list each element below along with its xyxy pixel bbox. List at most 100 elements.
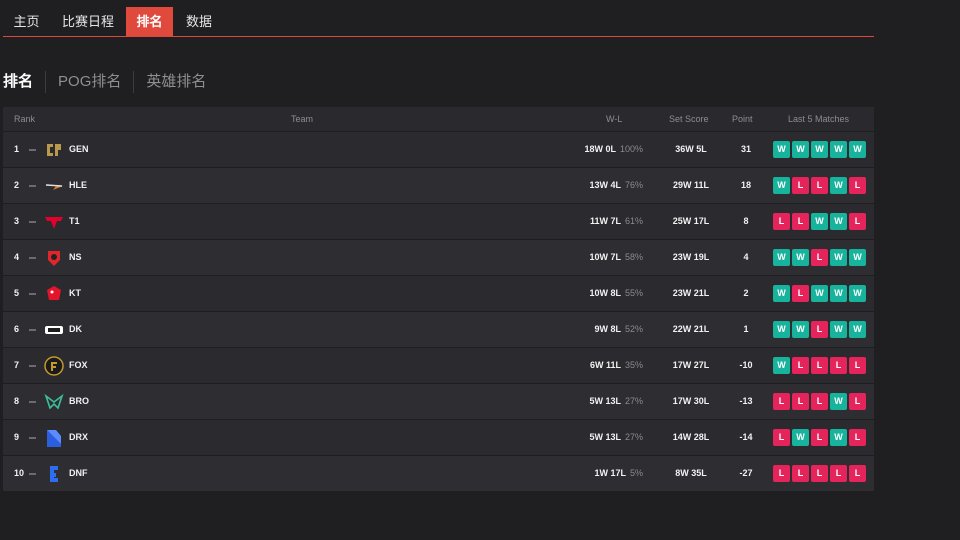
team-logo-icon (44, 356, 64, 376)
top-nav: 主页 比赛日程 排名 数据 (3, 7, 874, 37)
match-result-badge: W (792, 249, 809, 266)
points: 18 (740, 180, 751, 190)
set-score: 36W 5L (675, 144, 707, 154)
win-loss: 6W 11L 35% (563, 348, 643, 383)
rank-change-icon (29, 221, 36, 223)
points: -13 (739, 396, 753, 406)
match-result-badge: L (849, 465, 866, 482)
win-loss: 5W 13L 27% (563, 420, 643, 455)
subtab-pog-ranking[interactable]: POG排名 (45, 71, 133, 93)
table-row[interactable]: 9 DRX 5W 13L 27% 14W 28L -14 L W L W L (3, 419, 874, 455)
win-loss: 9W 8L 52% (563, 312, 643, 347)
match-result-badge: W (773, 141, 790, 158)
match-result-badge: L (811, 249, 828, 266)
subtab-ranking[interactable]: 排名 (3, 71, 45, 93)
match-result-badge: L (773, 465, 790, 482)
last-5-matches: WWWWW (773, 132, 866, 167)
rank-number: 1 (14, 144, 20, 154)
win-loss-record: 18W 0L (584, 144, 616, 154)
points: 2 (743, 288, 749, 298)
rank-change-icon (29, 401, 36, 403)
table-header: Rank Team W-L Set Score Point Last 5 Mat… (3, 107, 874, 131)
match-result-badge: L (830, 465, 847, 482)
tab-standings[interactable]: 排名 (126, 7, 173, 36)
match-result-badge: W (830, 393, 847, 410)
match-result-badge: L (792, 465, 809, 482)
header-last5: Last 5 Matches (788, 114, 850, 124)
tab-schedule[interactable]: 比赛日程 (50, 7, 126, 36)
team-name[interactable]: DK (69, 312, 82, 347)
set-score: 25W 17L (672, 216, 710, 226)
rank-number: 7 (14, 360, 20, 370)
header-wl: W-L (606, 114, 623, 124)
match-result-badge: L (811, 357, 828, 374)
header-rank: Rank (14, 114, 36, 124)
match-result-badge: L (773, 393, 790, 410)
team-name[interactable]: T1 (69, 204, 80, 239)
match-result-badge: L (849, 213, 866, 230)
table-row[interactable]: 2 HLE 13W 4L 76% 29W 11L 18 W L L W L (3, 167, 874, 203)
team-name[interactable]: DNF (69, 456, 88, 491)
match-result-badge: W (811, 141, 828, 158)
team-logo-icon (44, 428, 64, 448)
match-result-badge: W (773, 177, 790, 194)
win-rate: 55% (624, 288, 643, 298)
team-name[interactable]: KT (69, 276, 81, 311)
match-result-badge: L (773, 213, 790, 230)
match-result-badge: W (811, 213, 828, 230)
win-loss-record: 11W 7L (589, 216, 621, 226)
team-name[interactable]: DRX (69, 420, 88, 455)
match-result-badge: W (830, 177, 847, 194)
win-rate: 58% (624, 252, 643, 262)
team-name[interactable]: FOX (69, 348, 88, 383)
match-result-badge: L (773, 429, 790, 446)
rank-number: 3 (14, 216, 20, 226)
match-result-badge: L (811, 393, 828, 410)
team-logo-icon (44, 248, 64, 268)
team-name[interactable]: HLE (69, 168, 87, 203)
win-loss-record: 5W 13L (589, 432, 621, 442)
team-name[interactable]: NS (69, 240, 82, 275)
match-result-badge: L (811, 321, 828, 338)
match-result-badge: W (849, 141, 866, 158)
match-result-badge: L (830, 357, 847, 374)
header-set-score: Set Score (669, 114, 709, 124)
tab-stats[interactable]: 数据 (173, 7, 225, 36)
win-loss-record: 10W 8L (589, 288, 621, 298)
table-row[interactable]: 8 BRO 5W 13L 27% 17W 30L -13 L L L W L (3, 383, 874, 419)
match-result-badge: L (849, 177, 866, 194)
rank-change-icon (29, 365, 36, 367)
points: 31 (740, 144, 751, 154)
table-row[interactable]: 3 T1 11W 7L 61% 25W 17L 8 L L W W L (3, 203, 874, 239)
match-result-badge: W (830, 321, 847, 338)
tab-home[interactable]: 主页 (3, 7, 50, 36)
team-logo-icon (44, 464, 64, 484)
match-result-badge: L (792, 177, 809, 194)
table-row[interactable]: 7 FOX 6W 11L 35% 17W 27L -10 W L L L L (3, 347, 874, 383)
rank-change-icon (29, 473, 36, 475)
set-score: 17W 27L (672, 360, 710, 370)
table-row[interactable]: 6 DK 9W 8L 52% 22W 21L 1 W W L W W (3, 311, 874, 347)
team-name[interactable]: GEN (69, 132, 89, 167)
team-logo-icon (44, 212, 64, 232)
match-result-badge: L (849, 429, 866, 446)
win-rate: 52% (624, 324, 643, 334)
table-row[interactable]: 1 GEN 18W 0L 100% 36W 5L 31 W W W W W (3, 131, 874, 167)
subtab-champion-ranking[interactable]: 英雄排名 (133, 71, 218, 93)
table-row[interactable]: 4 NS 10W 7L 58% 23W 19L 4 W W L W W (3, 239, 874, 275)
win-loss: 18W 0L 100% (563, 132, 643, 167)
team-logo-icon (44, 284, 64, 304)
table-body: 1 GEN 18W 0L 100% 36W 5L 31 W W W W W 2 HLE 13W 4L 76%… (3, 131, 874, 491)
table-row[interactable]: 5 KT 10W 8L 55% 23W 21L 2 W L W W W (3, 275, 874, 311)
table-row[interactable]: 10 DNF 1W 17L 5% 8W 35L -27 L L L L L (3, 455, 874, 491)
win-loss: 10W 8L 55% (563, 276, 643, 311)
win-rate: 61% (624, 216, 643, 226)
team-name[interactable]: BRO (69, 384, 89, 419)
points: -14 (739, 432, 753, 442)
points: -10 (739, 360, 753, 370)
points: 1 (743, 324, 749, 334)
rank-number: 10 (14, 468, 25, 478)
set-score: 29W 11L (672, 180, 710, 190)
match-result-badge: W (849, 321, 866, 338)
last-5-matches: LLWWL (773, 204, 866, 239)
